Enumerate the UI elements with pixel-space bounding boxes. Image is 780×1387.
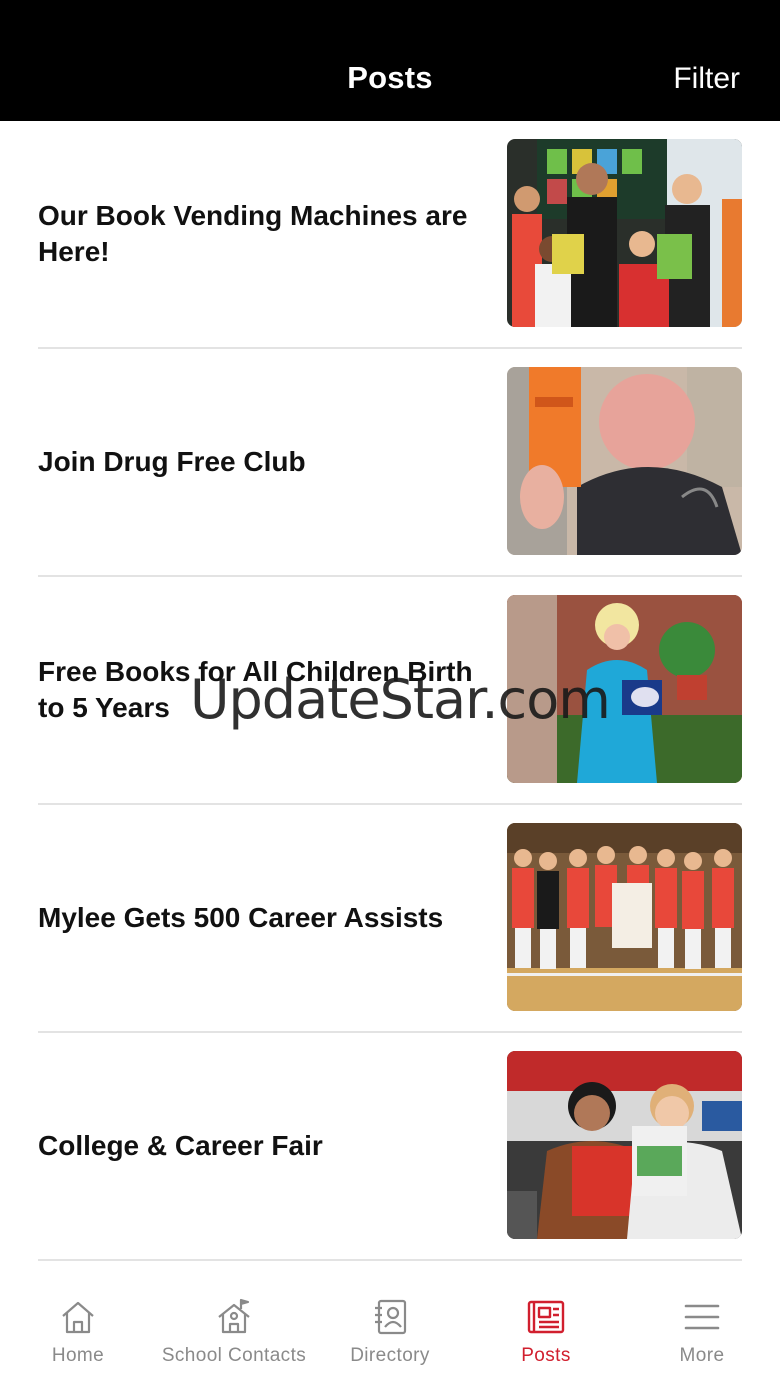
tab-label: Home [51, 1345, 105, 1366]
post-title: Join Drug Free Club [38, 446, 306, 477]
tab-label: School Contacts [161, 1345, 307, 1366]
tab-label: More [679, 1345, 725, 1366]
tab-more[interactable]: More [624, 1287, 780, 1387]
post-thumbnail [507, 595, 742, 783]
directory-icon [370, 1297, 410, 1337]
post-item[interactable]: Our Book Vending Machines are Here! [38, 121, 742, 349]
post-title: Mylee Gets 500 Career Assists [38, 902, 444, 933]
post-title: College & Career Fair [38, 1130, 323, 1161]
post-thumbnail [507, 139, 742, 327]
top-bar: Posts Filter [0, 0, 780, 121]
tab-directory[interactable]: Directory [312, 1287, 468, 1387]
tab-label: Directory [350, 1345, 430, 1366]
post-title: Our Book Vending Machines are Here! [38, 200, 468, 267]
tab-bar: Home School Contacts Directory Posts Mor… [0, 1287, 780, 1387]
post-thumbnail [507, 823, 742, 1011]
posts-list: Our Book Vending Machines are Here! Join… [0, 121, 780, 1261]
post-item[interactable]: Mylee Gets 500 Career Assists [38, 805, 742, 1033]
menu-icon [682, 1297, 722, 1337]
school-icon [214, 1297, 254, 1337]
tab-school-contacts[interactable]: School Contacts [156, 1287, 312, 1387]
post-title: Free Books for All Children Birth to 5 Y… [38, 656, 473, 723]
tab-home[interactable]: Home [0, 1287, 156, 1387]
home-icon [58, 1297, 98, 1337]
filter-button[interactable]: Filter [673, 62, 740, 96]
post-item[interactable]: Free Books for All Children Birth to 5 Y… [38, 577, 742, 805]
post-item[interactable]: Join Drug Free Club [38, 349, 742, 577]
posts-icon [526, 1297, 566, 1337]
post-item[interactable]: College & Career Fair [38, 1033, 742, 1261]
post-thumbnail [507, 1051, 742, 1239]
tab-label: Posts [521, 1345, 571, 1366]
post-thumbnail [507, 367, 742, 555]
tab-posts[interactable]: Posts [468, 1287, 624, 1387]
page-title: Posts [347, 60, 433, 95]
